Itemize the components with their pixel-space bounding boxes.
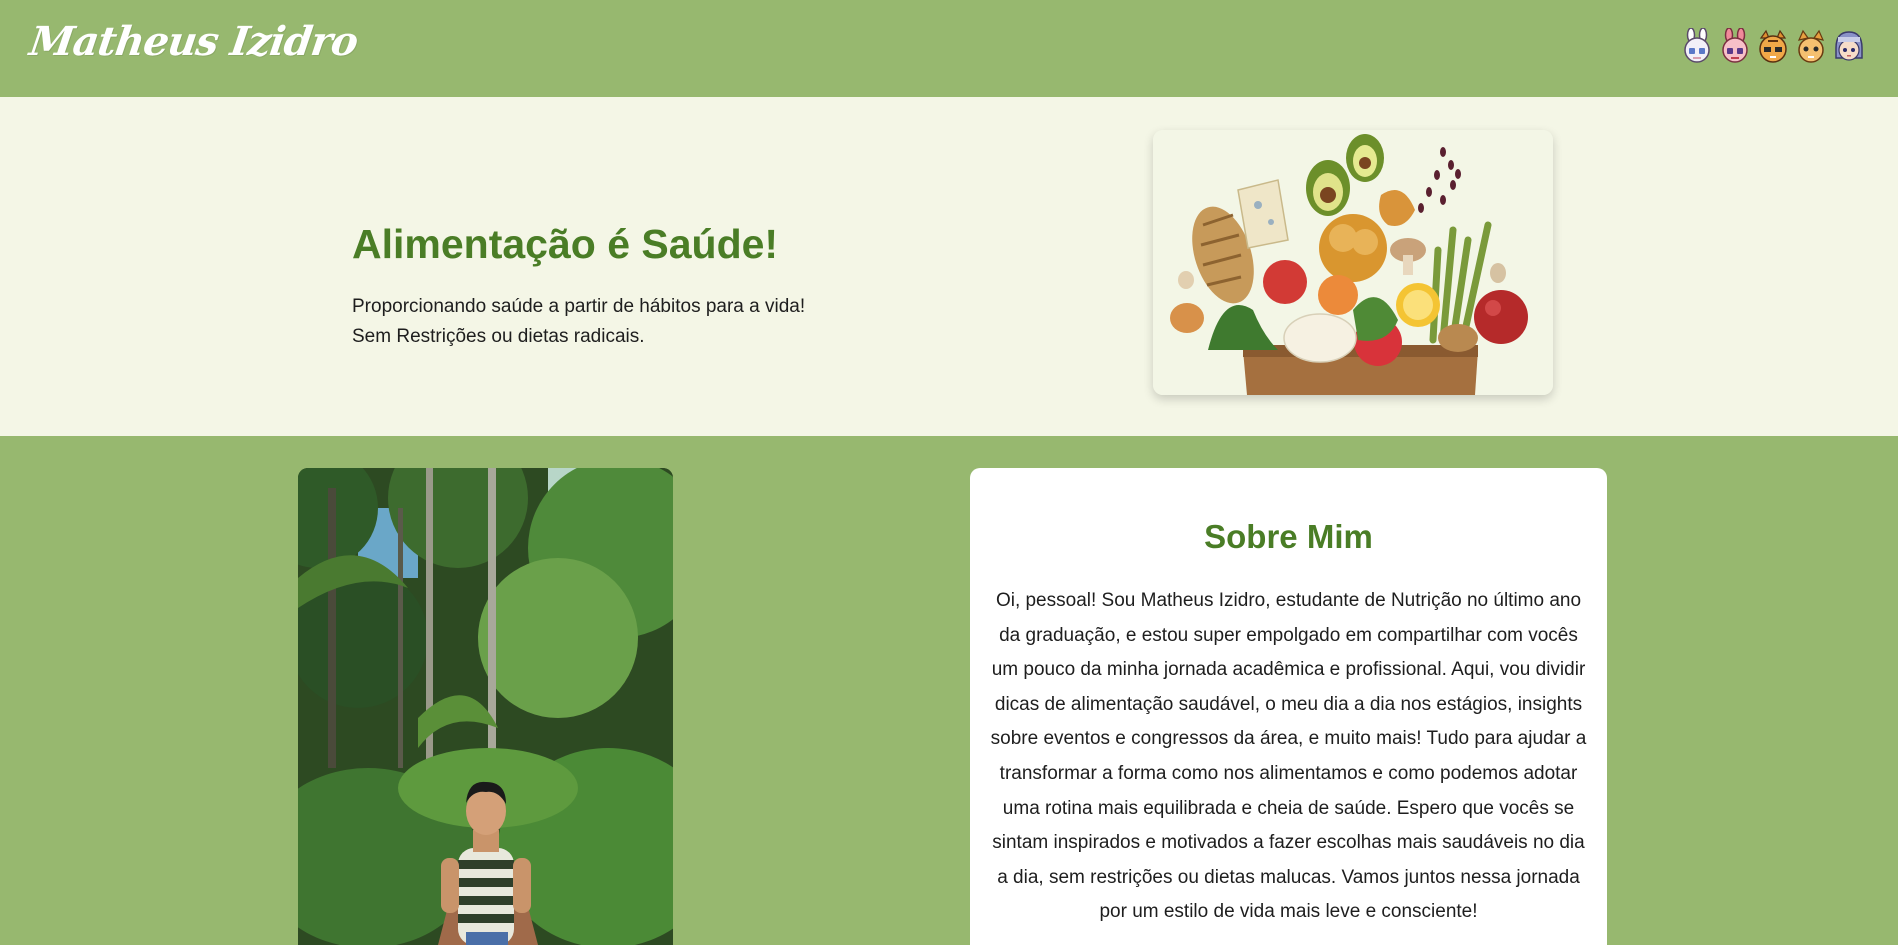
- about-title: Sobre Mim: [1204, 518, 1373, 555]
- portrait-photo: [298, 468, 673, 945]
- tiger-avatar-icon[interactable]: [1756, 28, 1790, 64]
- hero-image-card: [1153, 130, 1553, 395]
- bunny-pink-avatar-icon[interactable]: [1718, 28, 1752, 64]
- site-header: Matheus Izidro: [0, 0, 1898, 97]
- fox-avatar-icon[interactable]: [1794, 28, 1828, 64]
- portrait-image: [298, 468, 673, 945]
- bunny-white-avatar-icon[interactable]: [1680, 28, 1714, 64]
- hero-section: Alimentação é Saúde! Proporcionando saúd…: [0, 97, 1898, 436]
- brand-logo[interactable]: Matheus Izidro: [27, 18, 361, 65]
- hooded-avatar-icon[interactable]: [1832, 28, 1866, 64]
- hero-subtitle-line2: Sem Restrições ou dietas radicais.: [352, 326, 645, 347]
- avatar-group: [1680, 28, 1866, 64]
- about-text: Oi, pessoal! Sou Matheus Izidro, estudan…: [990, 590, 1587, 923]
- grocery-bag-illustration: [1153, 130, 1553, 395]
- hero-title: Alimentação é Saúde!: [352, 221, 779, 267]
- about-card: Sobre Mim Oi, pessoal! Sou Matheus Izidr…: [970, 468, 1607, 945]
- hero-subtitle-line1: Proporcionando saúde a partir de hábitos…: [352, 296, 806, 317]
